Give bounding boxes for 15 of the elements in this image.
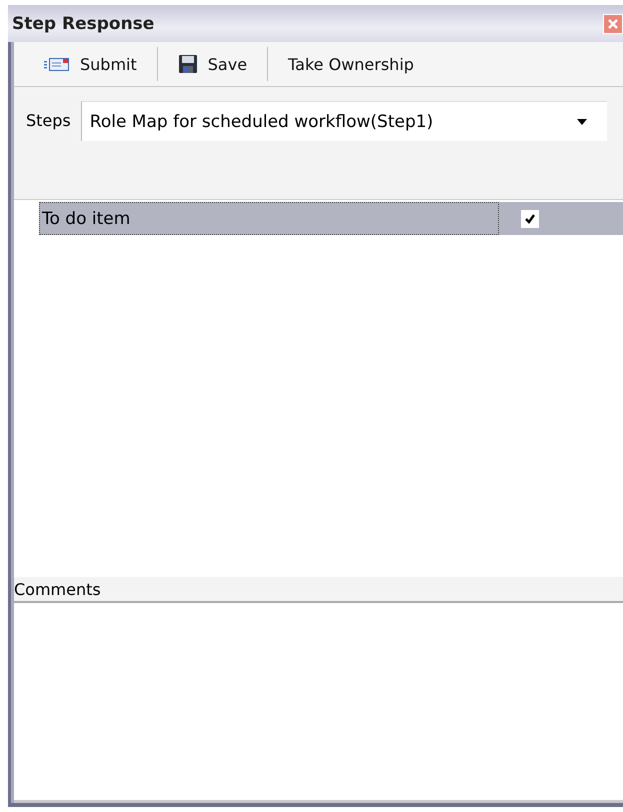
close-button[interactable] — [603, 14, 623, 34]
checkbox[interactable] — [521, 210, 539, 228]
dropdown-arrow-icon — [577, 118, 587, 124]
comments-field[interactable] — [14, 603, 623, 803]
checkmark-icon — [524, 212, 536, 224]
list-row[interactable]: To do item — [39, 202, 623, 235]
envelope-icon — [44, 56, 70, 72]
close-icon — [606, 16, 620, 30]
steps-label: Steps — [26, 111, 71, 130]
window-title: Step Response — [12, 14, 154, 34]
item-label: To do item — [39, 202, 499, 235]
toolbar-button[interactable]: Submit — [24, 54, 157, 74]
toolbar-button[interactable]: Save — [158, 54, 268, 74]
steps-dropdown[interactable]: Role Map for scheduled workflow(Step1) — [80, 101, 607, 141]
toolbar-button[interactable]: Take Ownership — [268, 54, 434, 74]
